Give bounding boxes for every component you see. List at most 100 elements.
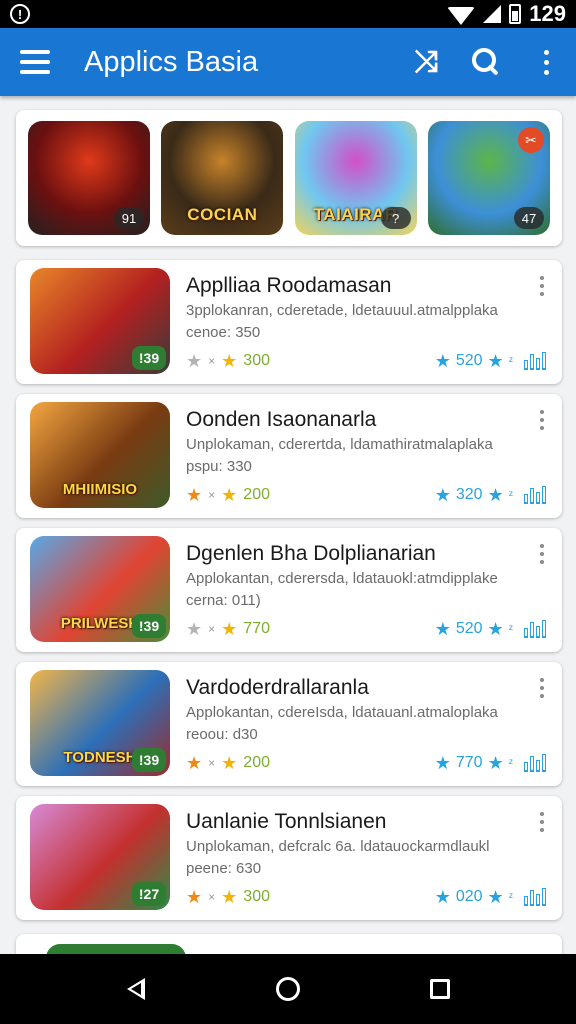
app-thumbnail: PRILWESK !39 [30, 536, 170, 642]
stat-value: 520 [455, 620, 483, 637]
card-more-options-icon[interactable] [540, 678, 544, 698]
featured-app-2[interactable]: COCIAN [161, 121, 284, 235]
star-icon: ★ [221, 485, 238, 505]
stats-row: ★ 520 ★ ᶻ [435, 352, 546, 370]
bar-chart-icon [524, 754, 546, 772]
recents-button[interactable] [410, 959, 470, 1019]
app-card[interactable]: !39 Applliaa Roodamasan 3pplokanran, cde… [16, 260, 562, 384]
app-name: Vardoderdrallaranla [186, 676, 369, 699]
wifi-icon [447, 7, 476, 25]
times-icon: ᶻ [508, 354, 513, 368]
star-icon: ★ [487, 351, 504, 371]
times-icon: × [208, 354, 216, 368]
battery-icon [509, 4, 522, 24]
card-more-options-icon[interactable] [540, 544, 544, 564]
home-button[interactable] [258, 959, 318, 1019]
stat-value: 020 [455, 888, 483, 905]
star-icon: ★ [186, 619, 203, 639]
star-icon: ★ [221, 619, 238, 639]
search-button[interactable] [456, 28, 516, 96]
app-card[interactable]: !27 Uanlanie Tonnlsianen Unplokaman, def… [16, 796, 562, 920]
featured-app-badge: ? [380, 207, 411, 229]
app-list: !39 Applliaa Roodamasan 3pplokanran, cde… [16, 260, 562, 930]
star-icon: ★ [186, 887, 203, 907]
card-more-options-icon[interactable] [540, 812, 544, 832]
signal-icon [483, 5, 502, 23]
home-icon [276, 977, 300, 1001]
rating-row: ★ × ★ 300 [186, 352, 270, 370]
times-icon: ᶻ [508, 622, 513, 636]
app-description: Unplokaman, cderertda, ldamathiratmalapl… [186, 436, 493, 453]
star-icon: ★ [221, 753, 238, 773]
star-icon: ★ [487, 485, 504, 505]
featured-app-3[interactable]: TAIAIRAR? [294, 121, 417, 235]
times-icon: ᶻ [508, 756, 513, 770]
back-icon [127, 978, 145, 1000]
star-icon: ★ [487, 753, 504, 773]
featured-app-1[interactable]: 91 [28, 121, 150, 235]
star-icon: ★ [434, 887, 451, 907]
bar-chart-icon [524, 486, 546, 504]
star-icon: ★ [434, 351, 451, 371]
featured-app-badge: 47 [513, 207, 544, 229]
more-options-button[interactable] [516, 28, 576, 96]
app-card[interactable]: PRILWESK !39 Dgenlen Bha Dolplianarian A… [16, 528, 562, 652]
star-icon: ★ [434, 619, 451, 639]
rating-value: 300 [243, 888, 270, 905]
times-icon: ᶻ [508, 890, 513, 904]
status-time: 129 [529, 1, 566, 26]
stats-row: ★ 520 ★ ᶻ [435, 620, 546, 638]
bar-chart-icon [524, 620, 546, 638]
featured-carousel: 91 COCIAN TAIAIRAR? 47 ✂ [16, 110, 562, 246]
app-description: Applokantan, cdereIsda, ldatauanl.atmalo… [186, 704, 498, 721]
featured-app-badge: 91 [114, 207, 144, 229]
bar-chart-icon [524, 352, 546, 370]
rating-row: ★ × ★ 770 [186, 620, 270, 638]
app-thumbnail: !27 [30, 804, 170, 910]
app-meta: pspu: 330 [186, 458, 252, 475]
featured-app-4[interactable]: 47 ✂ [427, 121, 550, 235]
times-icon: × [208, 488, 216, 502]
rating-value: 300 [243, 352, 270, 369]
menu-icon[interactable] [0, 28, 70, 96]
app-meta: cenoe: 350 [186, 324, 261, 341]
search-icon [472, 48, 500, 76]
more-vert-icon [543, 49, 549, 75]
app-name: Oonden Isaonanarla [186, 408, 377, 431]
back-button[interactable] [106, 959, 166, 1019]
stat-value: 320 [455, 486, 483, 503]
app-description: Unplokaman, defcralc 6a. ldatauockarmdla… [186, 838, 490, 855]
app-card[interactable]: MHIIMISIO Oonden Isaonanarla Unplokaman,… [16, 394, 562, 518]
app-thumbnail-badge: !39 [132, 748, 166, 772]
app-bar: Applics Basia ⤨ [0, 28, 576, 96]
app-thumbnail-badge: !39 [132, 346, 166, 370]
rating-value: 200 [243, 754, 270, 771]
app-thumbnail-badge: !39 [132, 614, 166, 638]
app-thumbnail: MHIIMISIO [30, 402, 170, 508]
app-meta: cerna: 011) [186, 592, 261, 609]
shuffle-icon: ⤨ [414, 45, 438, 78]
status-bar: ! 129 [0, 0, 576, 28]
rating-value: 200 [243, 486, 270, 503]
system-nav-bar [0, 954, 576, 1024]
app-description: 3pplokanran, cderetade, ldetauuul.atmalp… [186, 302, 498, 319]
card-more-options-icon[interactable] [540, 410, 544, 430]
app-thumbnail: TODNESH !39 [30, 670, 170, 776]
times-icon: × [208, 622, 216, 636]
stats-row: ★ 770 ★ ᶻ [435, 754, 546, 772]
app-description: Applokantan, cderersda, ldatauokl:atmdip… [186, 570, 498, 587]
bar-chart-icon [524, 888, 546, 906]
recents-icon [430, 979, 450, 999]
rating-row: ★ × ★ 200 [186, 754, 270, 772]
star-icon: ★ [186, 753, 203, 773]
app-name: Uanlanie Tonnlsianen [186, 810, 387, 833]
star-icon: ★ [487, 887, 504, 907]
card-more-options-icon[interactable] [540, 276, 544, 296]
app-card[interactable]: TODNESH !39 Vardoderdrallaranla Applokan… [16, 662, 562, 786]
featured-app-label: COCIAN [187, 205, 258, 224]
rating-row: ★ × ★ 300 [186, 888, 270, 906]
times-icon: × [208, 890, 216, 904]
app-meta: reoou: d30 [186, 726, 258, 743]
stats-row: ★ 020 ★ ᶻ [435, 888, 546, 906]
shuffle-button[interactable]: ⤨ [396, 28, 456, 96]
